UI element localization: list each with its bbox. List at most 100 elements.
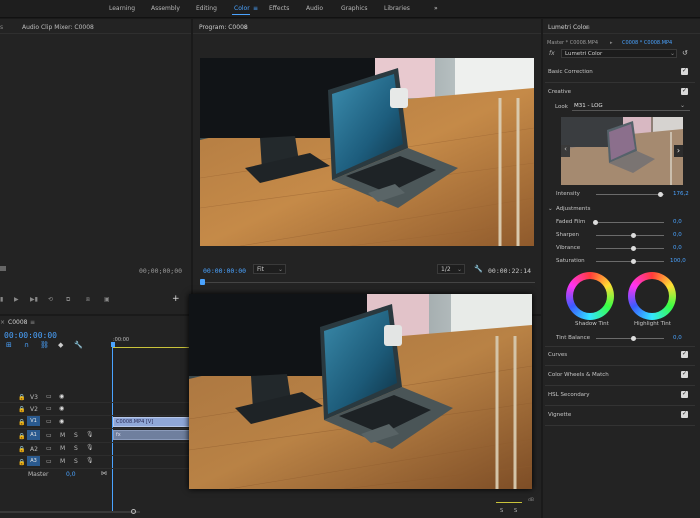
panel-menu-icon[interactable]: ≡ [243, 24, 248, 31]
floating-preview-window[interactable] [189, 294, 532, 489]
program-playhead[interactable] [200, 279, 205, 285]
panel-close-icon[interactable]: × [0, 319, 5, 326]
lock-icon[interactable]: 🔒 [18, 459, 25, 466]
sequence-clip-tab[interactable]: C0008 * C0008.MP4 [622, 40, 672, 46]
add-button-icon[interactable]: + [172, 294, 180, 304]
intensity-slider-track[interactable] [596, 194, 664, 195]
nest-icon[interactable]: ⊞ [6, 341, 12, 349]
master-track-value[interactable]: 0,0 [66, 471, 76, 478]
eye-icon[interactable]: ◉ [59, 393, 64, 400]
basic-correction-checkbox[interactable] [681, 67, 688, 75]
workspace-tab-libraries[interactable]: Libraries [384, 5, 410, 12]
camera-icon[interactable]: ▣ [104, 296, 110, 303]
video-clip[interactable]: C0008.MP4 [V] [113, 417, 191, 427]
color-wheels-checkbox[interactable] [681, 370, 688, 378]
meter-solo-left[interactable]: S [500, 508, 503, 514]
eye-icon[interactable]: ◉ [59, 405, 64, 412]
program-scrub-bar[interactable] [201, 282, 535, 283]
insert-icon[interactable]: ⧉ [66, 296, 70, 304]
vibrance-slider-knob[interactable] [631, 246, 636, 251]
section-vignette[interactable]: Vignette [548, 412, 690, 418]
saturation-slider-track[interactable] [596, 261, 664, 262]
look-select[interactable]: M31 - LOG ⌄ [572, 102, 690, 111]
sync-lock-icon[interactable]: ▭ [46, 393, 52, 400]
saturation-slider-knob[interactable] [631, 259, 636, 264]
snap-icon[interactable]: ∩ [24, 341, 29, 349]
curves-checkbox[interactable] [681, 350, 688, 358]
hsl-secondary-checkbox[interactable] [681, 390, 688, 398]
workspace-tab-assembly[interactable]: Assembly [151, 5, 180, 12]
track-target-v1[interactable]: V1 [27, 416, 40, 426]
scroll-handle[interactable] [131, 509, 136, 514]
tab-overflow[interactable]: s [0, 24, 3, 31]
workspace-tab-editing[interactable]: Editing [196, 5, 217, 12]
mute-button[interactable]: M [60, 445, 65, 452]
solo-button[interactable]: S [74, 432, 78, 439]
effect-select[interactable]: Lumetri Color ⌄ [561, 49, 677, 58]
mute-button[interactable]: M [60, 458, 65, 465]
lock-icon[interactable]: 🔒 [18, 433, 25, 440]
resolution-select[interactable]: 1/2 ⌄ [437, 264, 465, 274]
step-back-icon[interactable]: ▮ [0, 296, 3, 303]
lock-icon[interactable]: 🔒 [18, 394, 25, 401]
panel-menu-icon[interactable]: ≡ [30, 319, 35, 326]
section-hsl-secondary[interactable]: HSL Secondary [548, 392, 690, 398]
panel-menu-icon[interactable]: ≡ [585, 24, 590, 31]
timeline-horizontal-scrollbar[interactable] [0, 511, 140, 513]
mute-button[interactable]: M [60, 432, 65, 439]
microphone-icon[interactable]: 🎙 [86, 457, 94, 464]
tint-balance-value[interactable]: 0,0 [673, 335, 682, 341]
adjustments-chevron-icon[interactable]: ⌄ [548, 206, 553, 212]
sharpen-value[interactable]: 0,0 [673, 232, 682, 238]
timeline-timecode[interactable]: 00:00:00:00 [4, 331, 57, 340]
workspace-more-button[interactable]: » [434, 5, 438, 12]
audio-mixer-tab[interactable]: Audio Clip Mixer: C0008 [22, 24, 94, 31]
tint-balance-slider-knob[interactable] [631, 336, 636, 341]
vibrance-slider-track[interactable] [596, 248, 664, 249]
master-clip-tab[interactable]: Master * C0008.MP4 [547, 40, 598, 46]
tint-balance-slider-track[interactable] [596, 338, 664, 339]
workspace-tab-color[interactable]: Color [234, 5, 250, 12]
lock-icon[interactable]: 🔒 [18, 446, 25, 453]
intensity-value[interactable]: 176,2 [673, 191, 689, 197]
program-monitor-title[interactable]: Program: C0008 [199, 24, 248, 31]
step-forward-icon[interactable]: ▶▮ [30, 296, 38, 303]
microphone-icon[interactable]: 🎙 [86, 431, 94, 438]
vignette-checkbox[interactable] [681, 410, 688, 418]
faded-film-slider-knob[interactable] [593, 220, 598, 225]
lock-icon[interactable]: 🔒 [18, 419, 25, 426]
workspace-menu-icon[interactable]: ≡ [253, 5, 258, 12]
workspace-tab-audio[interactable]: Audio [306, 5, 323, 12]
program-video-frame[interactable] [200, 58, 534, 246]
marker-icon[interactable]: ◆ [58, 341, 63, 349]
audio-clip[interactable]: fx [113, 430, 191, 440]
track-target-a3[interactable]: A3 [27, 456, 40, 466]
lumetri-panel-title[interactable]: Lumetri Color [548, 24, 589, 31]
section-basic-correction[interactable]: Basic Correction [548, 69, 690, 75]
section-color-wheels[interactable]: Color Wheels & Match [548, 372, 690, 378]
saturation-value[interactable]: 100,0 [670, 258, 686, 264]
highlight-tint-wheel[interactable] [628, 272, 676, 320]
play-icon[interactable]: ▶ [14, 296, 19, 303]
reset-icon[interactable]: ↺ [682, 49, 688, 57]
sharpen-slider-track[interactable] [596, 235, 664, 236]
section-creative[interactable]: Creative [548, 89, 690, 95]
meter-solo-right[interactable]: S [514, 508, 517, 514]
solo-button[interactable]: S [74, 445, 78, 452]
timeline-sequence-tab[interactable]: C0008 [8, 319, 27, 326]
settings-wrench-icon[interactable]: 🔧 [74, 341, 83, 349]
adjustments-label[interactable]: Adjustments [556, 206, 590, 212]
wrench-icon[interactable]: 🔧 [474, 265, 483, 273]
program-current-time[interactable]: 00:00:00:00 [203, 267, 246, 275]
eye-icon[interactable]: ◉ [59, 418, 64, 425]
workspace-tab-graphics[interactable]: Graphics [341, 5, 368, 12]
workspace-tab-effects[interactable]: Effects [269, 5, 289, 12]
section-curves[interactable]: Curves [548, 352, 690, 358]
prev-look-arrow-icon[interactable]: ‹ [561, 145, 570, 157]
zoom-select[interactable]: Fit ⌄ [253, 264, 286, 274]
track-target-a1[interactable]: A1 [27, 430, 40, 440]
vibrance-value[interactable]: 0,0 [673, 245, 682, 251]
lock-icon[interactable]: 🔒 [18, 406, 25, 413]
work-area-bar[interactable] [112, 347, 192, 348]
shadow-tint-wheel[interactable] [566, 272, 614, 320]
